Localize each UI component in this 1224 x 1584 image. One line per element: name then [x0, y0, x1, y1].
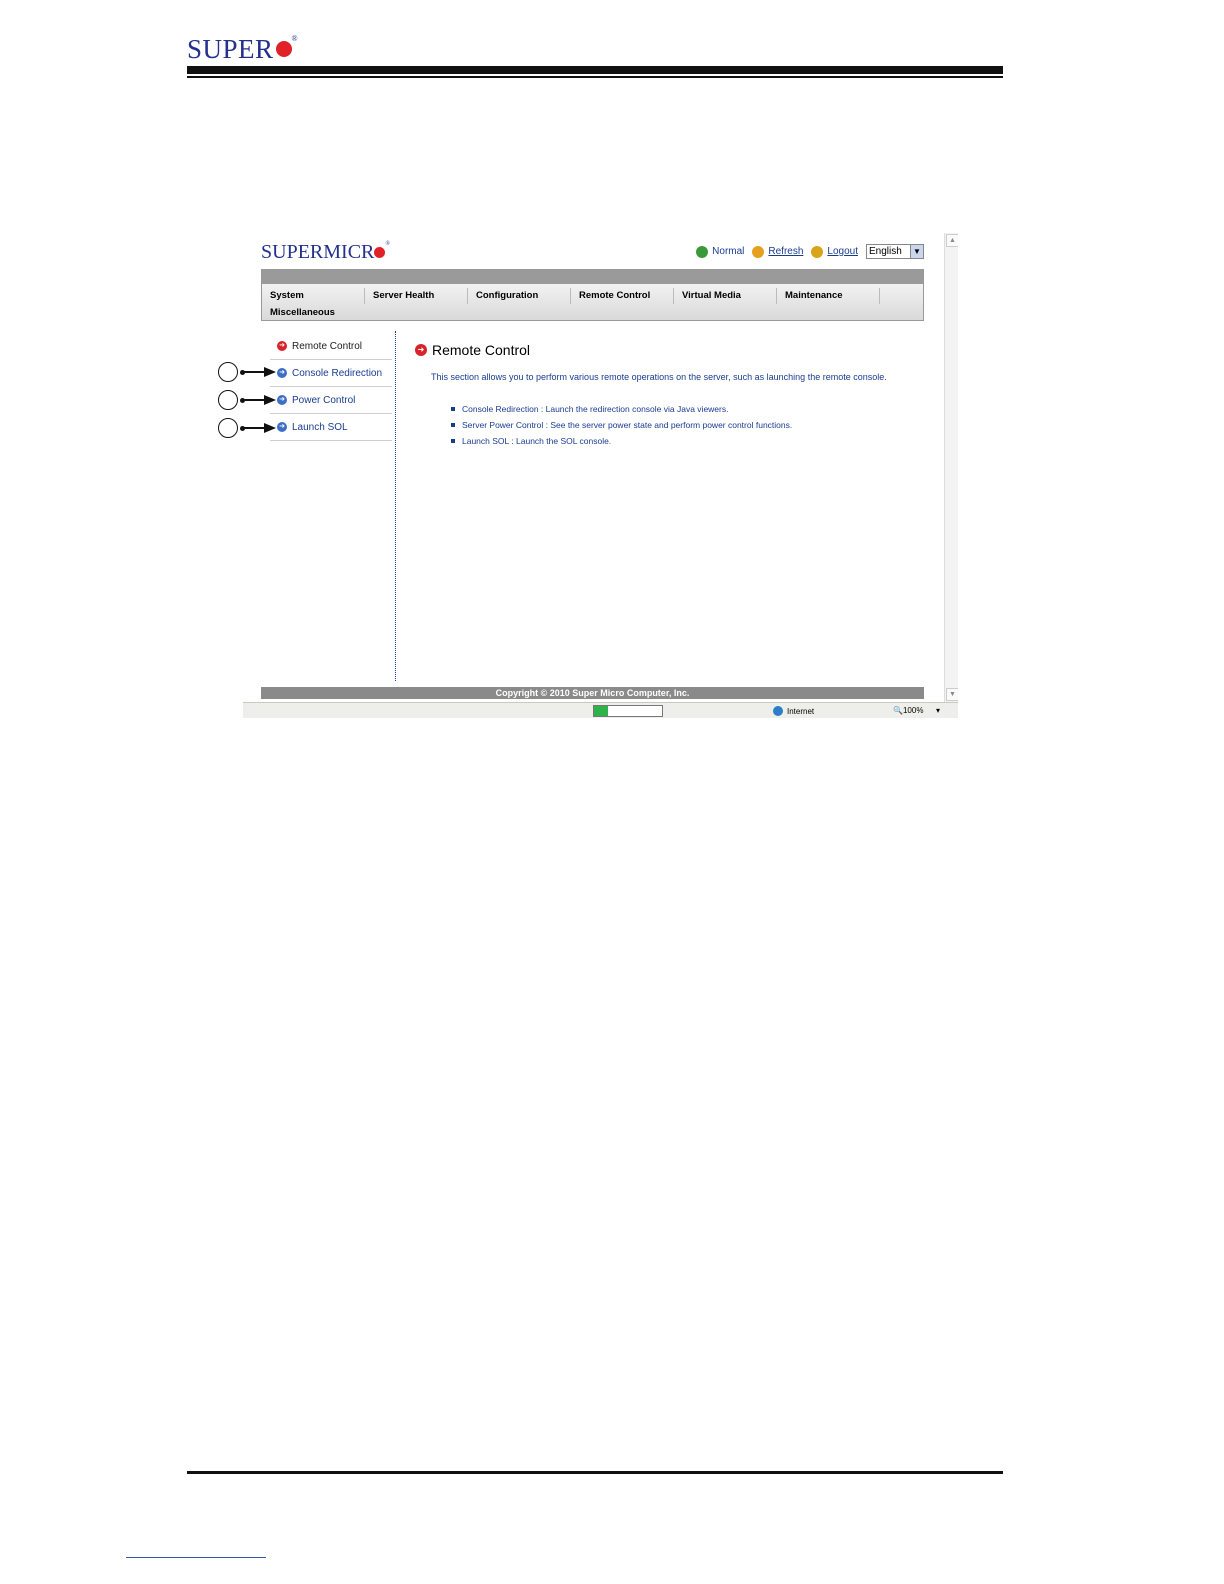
header-rule-thin: [187, 76, 1003, 78]
sidebar-item-console-redirection[interactable]: ➜ Console Redirection: [270, 360, 392, 387]
logout-link[interactable]: Logout: [827, 246, 858, 257]
scroll-up-icon[interactable]: ▲: [946, 234, 958, 247]
tab-remote-control[interactable]: Remote Control: [571, 288, 674, 304]
sidebar-item-power-control[interactable]: ➜ Power Control: [270, 387, 392, 414]
sidebar-item-label: Remote Control: [292, 340, 363, 352]
callout-arrow: [242, 399, 266, 401]
doc-brand-logo: SUPER ®: [187, 34, 299, 64]
footer-link-underline: [126, 1557, 266, 1558]
language-select[interactable]: English ▼: [866, 244, 924, 259]
copyright-footer: Copyright © 2010 Super Micro Computer, I…: [261, 687, 924, 699]
arrow-right-icon: ➜: [277, 368, 287, 378]
app-logo: SUPERMICR ®: [261, 241, 390, 263]
page-description: This section allows you to perform vario…: [431, 372, 887, 382]
security-zone: Internet: [773, 706, 814, 716]
callout-circle: [218, 390, 238, 410]
bullet-icon: [451, 407, 455, 411]
zone-label: Internet: [787, 706, 815, 716]
footer-rule: [187, 1471, 1003, 1474]
list-item: Console Redirection : Launch the redirec…: [451, 401, 792, 417]
tab-maintenance[interactable]: Maintenance: [777, 288, 880, 304]
main-nav: System Server Health Configuration Remot…: [261, 269, 924, 321]
callout-arrow: [242, 427, 266, 429]
browser-statusbar: Internet 🔍100% ▾: [243, 702, 958, 718]
arrow-right-icon: ➜: [415, 344, 427, 356]
sidebar-item-remote-control[interactable]: ➜ Remote Control: [270, 333, 392, 360]
header-rule: [187, 66, 1003, 74]
chevron-down-icon[interactable]: ▼: [910, 245, 923, 258]
refresh-link[interactable]: Refresh: [768, 246, 803, 257]
page-title-text: Remote Control: [432, 342, 531, 358]
page-title: ➜ Remote Control: [415, 342, 530, 358]
callout-circle: [218, 418, 238, 438]
bullet-icon: [451, 439, 455, 443]
vertical-scrollbar[interactable]: ▲ ▼: [944, 233, 958, 703]
status-text: Normal: [712, 246, 745, 257]
arrow-right-icon: ➜: [277, 395, 287, 405]
top-toolbar: Normal Refresh Logout English ▼: [696, 244, 924, 259]
tab-system[interactable]: System: [262, 288, 365, 304]
sidebar-item-label: Launch SOL: [292, 421, 348, 433]
arrow-right-icon: ➜: [277, 341, 287, 351]
loading-progress: [593, 705, 663, 717]
list-item-text: Launch SOL : Launch the SOL console.: [462, 436, 612, 446]
callout-arrow: [242, 371, 266, 373]
refresh-icon[interactable]: [752, 245, 765, 258]
language-value: English: [869, 246, 902, 257]
status-ok-icon: [696, 245, 709, 258]
zoom-value: 100%: [902, 706, 924, 715]
list-item: Server Power Control : See the server po…: [451, 417, 792, 433]
callout-arrowhead: [264, 367, 276, 377]
list-item-text: Console Redirection : Launch the redirec…: [462, 404, 729, 414]
tab-server-health[interactable]: Server Health: [365, 288, 468, 304]
sidebar-item-label: Console Redirection: [292, 367, 383, 379]
callout-arrowhead: [264, 395, 276, 405]
tab-miscellaneous[interactable]: Miscellaneous: [270, 307, 335, 318]
scroll-down-icon[interactable]: ▼: [946, 688, 958, 701]
chevron-down-icon[interactable]: ▾: [936, 706, 940, 715]
callout-arrowhead: [264, 423, 276, 433]
arrow-right-icon: ➜: [277, 422, 287, 432]
callout-circle: [218, 362, 238, 382]
ipmi-screenshot: SUPERMICR ® Normal Refresh Logout English…: [243, 233, 958, 718]
bullet-icon: [451, 423, 455, 427]
globe-icon: [773, 706, 783, 716]
sidebar: ➜ Remote Control ➜ Console Redirection ➜…: [270, 333, 392, 441]
list-item: Launch SOL : Launch the SOL console.: [451, 433, 792, 449]
zoom-level[interactable]: 🔍100%: [893, 706, 923, 715]
tab-configuration[interactable]: Configuration: [468, 288, 571, 304]
sidebar-divider: [395, 331, 396, 681]
list-item-text: Server Power Control : See the server po…: [462, 420, 793, 430]
logout-icon[interactable]: [811, 245, 824, 258]
tab-virtual-media[interactable]: Virtual Media: [674, 288, 777, 304]
sidebar-item-launch-sol[interactable]: ➜ Launch SOL: [270, 414, 392, 441]
sidebar-item-label: Power Control: [292, 394, 356, 406]
feature-list: Console Redirection : Launch the redirec…: [451, 401, 792, 449]
